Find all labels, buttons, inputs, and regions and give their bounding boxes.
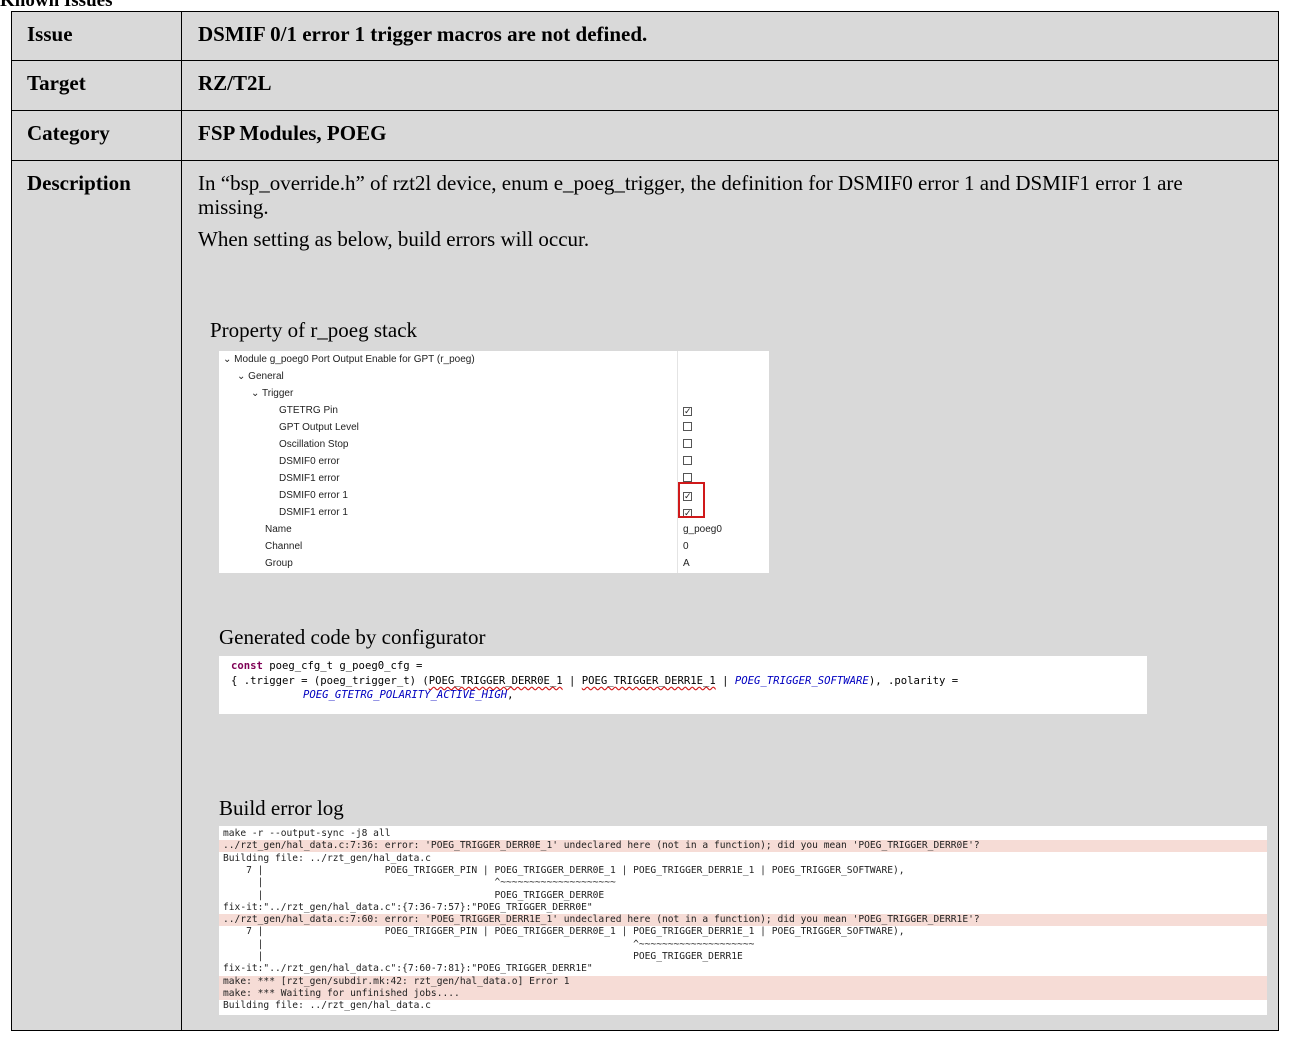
- highlight-box: [678, 482, 705, 518]
- chevron-down-icon[interactable]: ⌄: [223, 354, 231, 365]
- log-line: 7 | POEG_TRIGGER_PIN | POEG_TRIGGER_DERR…: [223, 926, 905, 938]
- trigger-item-label: DSMIF1 error 1: [279, 507, 348, 518]
- name-key: Name: [265, 524, 292, 535]
- log-line: make -r --output-sync -j8 all: [223, 828, 391, 839]
- tree-row-trigger[interactable]: ⌄ Trigger: [219, 385, 769, 402]
- checkbox-unchecked[interactable]: [683, 422, 692, 431]
- log-line: Building file: ../rzt_gen/hal_data.c: [223, 852, 431, 864]
- log-line: fix-it:"../rzt_gen/hal_data.c":{7:36-7:5…: [223, 901, 593, 913]
- channel-row: Channel 0: [219, 538, 769, 555]
- log-line: fix-it:"../rzt_gen/hal_data.c":{7:60-7:8…: [223, 963, 593, 975]
- trigger-item-value: [683, 419, 692, 436]
- checkbox-checked[interactable]: ✓: [683, 407, 692, 416]
- category-row: Category FSP Modules, POEG: [11, 110, 1279, 161]
- module-node: ⌄ Module g_poeg0 Port Output Enable for …: [223, 354, 475, 365]
- log-line-error: make: *** [rzt_gen/subdir.mk:42: rzt_gen…: [219, 975, 1267, 988]
- trigger-item-label: GPT Output Level: [279, 422, 359, 433]
- trigger-item-label: DSMIF0 error 1: [279, 490, 348, 501]
- group-row: Group A: [219, 555, 769, 572]
- issue-label: Issue: [11, 11, 182, 61]
- trigger-node: ⌄ Trigger: [251, 388, 294, 399]
- channel-key: Channel: [265, 541, 303, 552]
- checkbox-unchecked[interactable]: [683, 473, 692, 482]
- log-line: | ^~~~~~~~~~~~~~~~~~~~~: [223, 938, 755, 950]
- trigger-item-value: [683, 453, 692, 470]
- trigger-item-row: Oscillation Stop: [219, 436, 769, 453]
- tree-row-general[interactable]: ⌄ General: [219, 368, 769, 385]
- category-value: FSP Modules, POEG: [181, 110, 1279, 161]
- property-panel: ⌄ Module g_poeg0 Port Output Enable for …: [219, 351, 769, 573]
- tree-row-module[interactable]: ⌄ Module g_poeg0 Port Output Enable for …: [219, 351, 769, 368]
- property-caption: Property of r_poeg stack: [210, 318, 418, 342]
- code-line-3: POEG_GTETRG_POLARITY_ACTIVE_HIGH,: [303, 689, 514, 701]
- log-line-error: make: *** Waiting for unfinished jobs...…: [219, 987, 1267, 1000]
- trigger-item-row: DSMIF0 error: [219, 453, 769, 470]
- group-key: Group: [265, 558, 293, 569]
- checkbox-unchecked[interactable]: [683, 439, 692, 448]
- code-line-1: const poeg_cfg_t g_poeg0_cfg =: [231, 660, 423, 672]
- category-label: Category: [11, 110, 182, 161]
- code-line-2: { .trigger = (poeg_trigger_t) (POEG_TRIG…: [231, 675, 959, 687]
- target-label: Target: [11, 60, 182, 111]
- log-caption: Build error log: [219, 796, 344, 820]
- trigger-item-label: DSMIF1 error: [279, 473, 340, 484]
- log-line: | ^~~~~~~~~~~~~~~~~~~~~: [223, 877, 616, 889]
- trigger-item-row: GTETRG Pin ✓: [219, 402, 769, 419]
- name-value[interactable]: g_poeg0: [683, 521, 722, 538]
- description-label: Description: [11, 160, 182, 1031]
- checkbox-unchecked[interactable]: [683, 456, 692, 465]
- log-line: 7 | POEG_TRIGGER_PIN | POEG_TRIGGER_DERR…: [223, 864, 905, 876]
- chevron-down-icon[interactable]: ⌄: [237, 371, 245, 382]
- generated-code: const poeg_cfg_t g_poeg0_cfg = { .trigge…: [219, 656, 1147, 714]
- target-row: Target RZ/T2L: [11, 60, 1279, 111]
- log-line: Building file: ../rzt_gen/hal_data.c: [223, 1000, 431, 1012]
- target-value: RZ/T2L: [181, 60, 1279, 111]
- log-line-error: ../rzt_gen/hal_data.c:7:60: error: 'POEG…: [219, 914, 1267, 927]
- trigger-item-label: Oscillation Stop: [279, 439, 349, 450]
- chevron-down-icon[interactable]: ⌄: [251, 388, 259, 399]
- trigger-item-value: [683, 436, 692, 453]
- log-line-error: ../rzt_gen/hal_data.c:7:36: error: 'POEG…: [219, 840, 1267, 853]
- description-text: In “bsp_override.h” of rzt2l device, enu…: [198, 171, 1183, 219]
- channel-value[interactable]: 0: [683, 538, 689, 555]
- trigger-item-row: GPT Output Level: [219, 419, 769, 436]
- name-row: Name g_poeg0: [219, 521, 769, 538]
- trigger-item-label: GTETRG Pin: [279, 405, 338, 416]
- log-line: | POEG_TRIGGER_DERR1E: [223, 951, 743, 962]
- trigger-item-value: ✓: [683, 402, 692, 419]
- log-line: | POEG_TRIGGER_DERR0E: [223, 889, 605, 901]
- description-note: When setting as below, build errors will…: [198, 227, 590, 251]
- issue-row: Issue DSMIF 0/1 error 1 trigger macros a…: [11, 11, 1279, 61]
- code-caption: Generated code by configurator: [219, 625, 486, 649]
- issue-value: DSMIF 0/1 error 1 trigger macros are not…: [181, 11, 1279, 61]
- general-node: ⌄ General: [237, 371, 284, 382]
- trigger-item-label: DSMIF0 error: [279, 456, 340, 467]
- build-error-log: make -r --output-sync -j8 all ../rzt_gen/…: [219, 826, 1267, 1015]
- group-value[interactable]: A: [683, 555, 690, 572]
